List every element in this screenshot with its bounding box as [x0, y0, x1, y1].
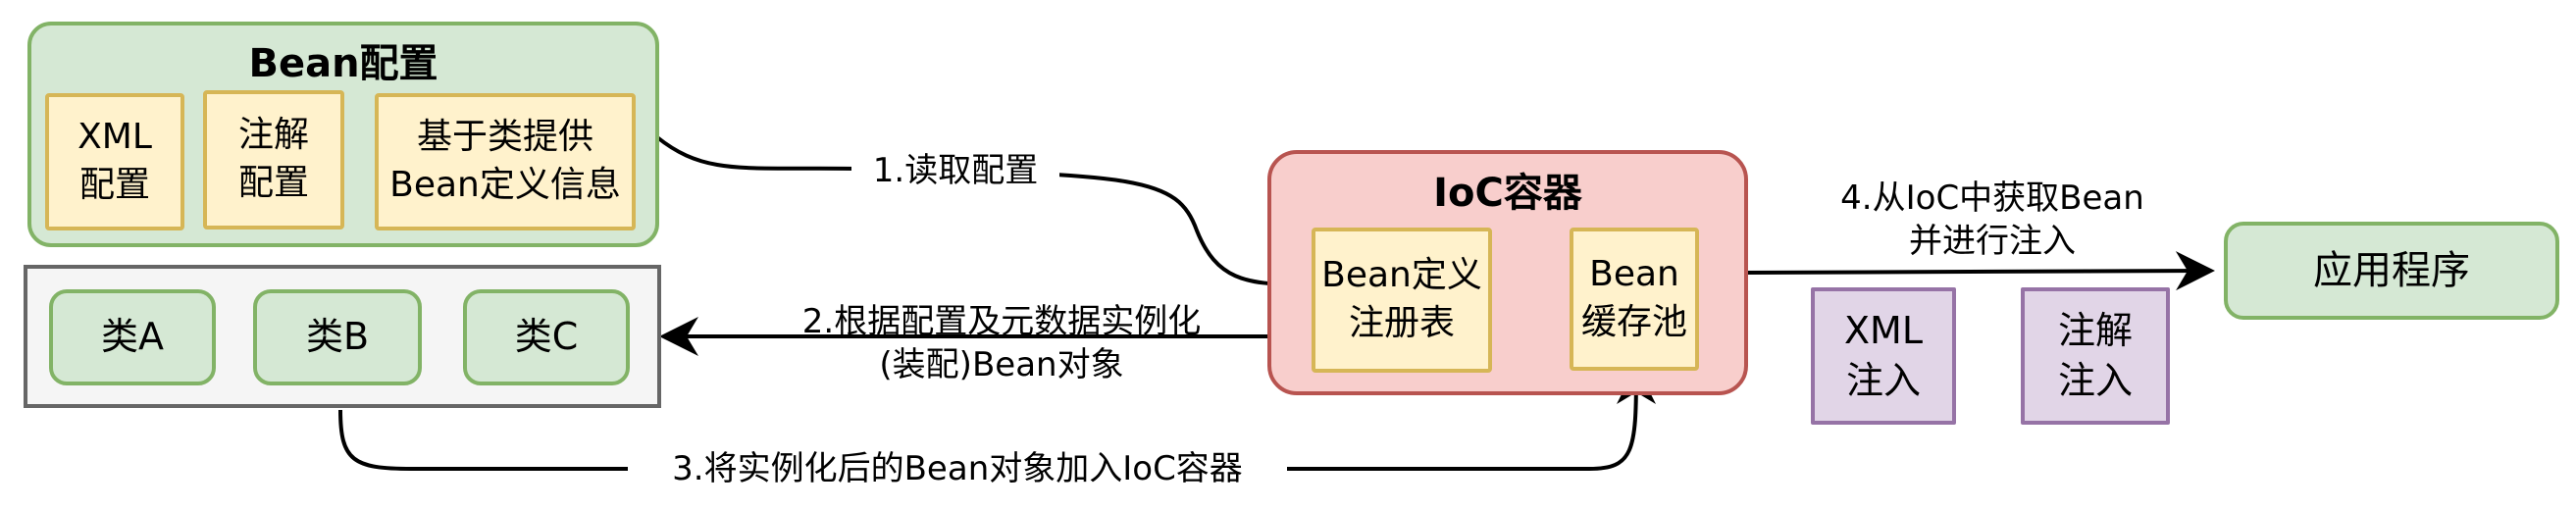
step4-label: 4.从IoC中获取Bean 并进行注入 [1840, 178, 2144, 262]
class-c-box: 类C [463, 289, 630, 385]
bean-config-title: Bean配置 [248, 41, 438, 86]
class-based-config-box: 基于类提供 Bean定义信息 [375, 93, 636, 230]
ioc-container-title: IoC容器 [1433, 171, 1582, 216]
bean-cache-pool: Bean 缓存池 [1570, 228, 1699, 371]
annotation-config-box: 注解 配置 [203, 90, 344, 230]
step3-label: 3.将实例化后的Bean对象加入IoC容器 [628, 447, 1287, 491]
xml-config-box: XML 配置 [45, 93, 184, 230]
class-a-box: 类A [49, 289, 216, 385]
application-box: 应用程序 [2224, 222, 2559, 320]
bean-definition-registry: Bean定义 注册表 [1312, 228, 1492, 373]
xml-injection-box: XML 注入 [1811, 287, 1956, 425]
class-b-box: 类B [253, 289, 422, 385]
edge-inject [1743, 251, 2215, 291]
step1-label: 1.读取配置 [851, 149, 1059, 193]
annotation-injection-box: 注解 注入 [2021, 287, 2170, 425]
step2-label: 2.根据配置及元数据实例化 (装配)Bean对象 [801, 302, 1202, 385]
